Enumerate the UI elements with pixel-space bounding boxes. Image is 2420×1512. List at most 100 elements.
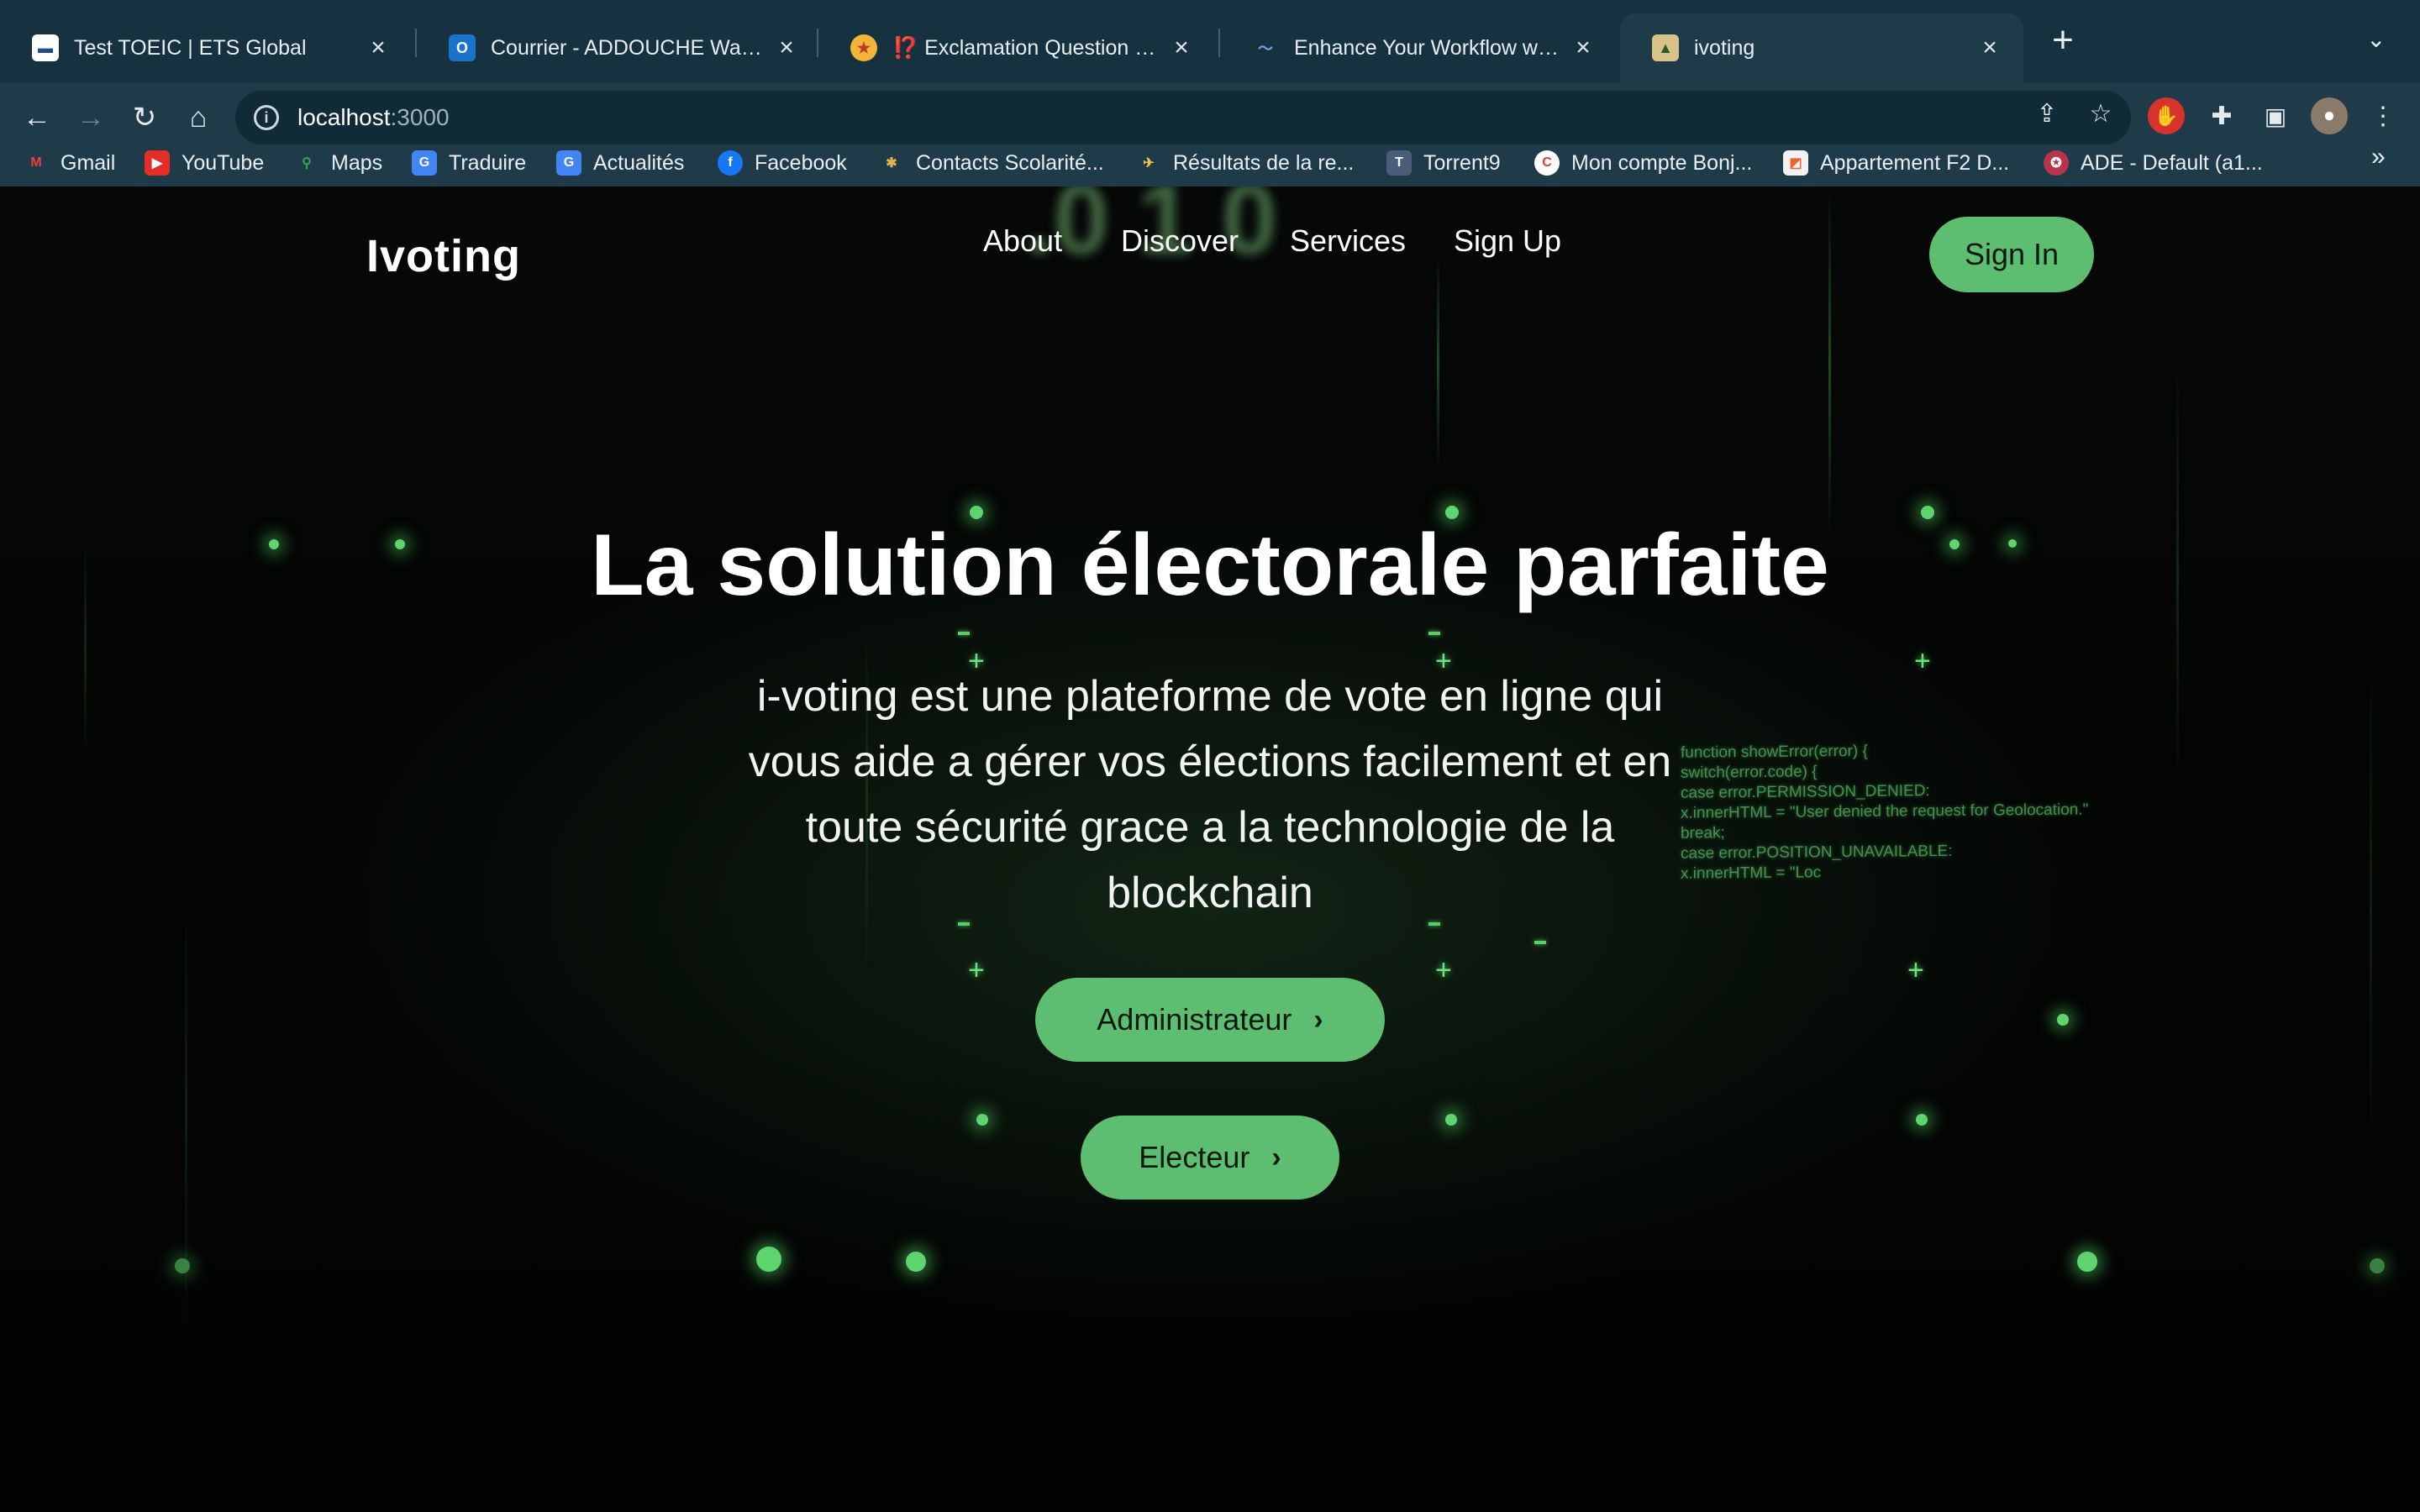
sign-in-button[interactable]: Sign In [1929,217,2094,292]
address-port: :3000 [390,104,450,130]
site-logo[interactable]: Ivoting [366,230,521,282]
facebook-icon: f [718,150,743,176]
bookmark-resultats[interactable]: ✈ Résultats de la re... [1136,144,1354,181]
plus-mark: + [968,954,985,986]
extensions-puzzle-icon[interactable]: ✚ [2203,97,2240,134]
maps-pin-icon: ⚲ [302,156,312,171]
c-logo-icon: C [1534,150,1560,176]
tab-toeic[interactable]: ▬ Test TOEIC | ETS Global × [0,13,412,82]
new-tab-plus-icon[interactable]: + [2044,22,2082,60]
close-tab-icon[interactable]: × [365,34,392,62]
bookmark-label: Appartement F2 D... [1820,150,2010,175]
bookmark-appartement[interactable]: ◩ Appartement F2 D... [1783,144,2009,181]
nav-services[interactable]: Services [1290,223,1406,259]
youtube-icon: ▶ [145,150,170,176]
bookmark-traduire[interactable]: G Traduire [412,144,526,181]
code-line: x.innerHTML = "Loc [1681,864,1822,883]
adblock-hand-icon[interactable]: ✋ [2148,97,2185,134]
reload-icon[interactable]: ↻ [124,97,165,138]
reading-list-icon[interactable]: ▣ [2257,97,2294,134]
bookmark-ade[interactable]: ✪ ADE - Default (a1... [2044,144,2263,181]
tab-strip: ▬ Test TOEIC | ETS Global × O Courrier -… [0,0,2420,82]
administrateur-button[interactable]: Administrateur › [1035,978,1385,1062]
glow-dot [756,1247,781,1272]
address-bar[interactable]: i localhost :3000 [235,91,2131,144]
back-arrow-icon[interactable]: ← [17,97,57,138]
tab-workflow[interactable]: 〜 Enhance Your Workflow with C × [1220,13,1617,82]
bookmark-label: Gmail [60,150,116,175]
code-rain-line [1828,186,1831,539]
bookmark-gmail[interactable]: M Gmail [24,144,115,181]
asterisk-icon: ✱ [886,156,897,171]
tab-title: Courrier - ADDOUCHE Walid - Outlook [491,35,765,60]
bookmark-star-icon[interactable]: ☆ [2084,97,2118,131]
tab-emoji[interactable]: ★ ⁉️ Exclamation Question Mark × [818,13,1215,82]
torrent9-icon: T [1386,150,1412,176]
plane-icon: ✈ [1143,156,1155,171]
tab-title: ivoting [1694,35,1755,60]
tab-outlook[interactable]: O Courrier - ADDOUCHE Walid - Outlook × [417,13,820,82]
tab-ivoting[interactable]: ▲ ivoting × [1620,13,2023,82]
tab-search-chevron-icon[interactable]: ⌄ [2366,25,2386,53]
bookmark-label: Maps [331,150,383,175]
close-tab-icon[interactable]: × [1570,34,1597,62]
site-info-icon[interactable]: i [254,105,279,130]
ivoting-favicon-icon: ▲ [1652,34,1679,61]
bookmark-label: Contacts Scolarité... [916,150,1104,175]
bookmark-label: Résultats de la re... [1173,150,1355,175]
tab-title: Enhance Your Workflow with C [1294,35,1561,60]
ade-icon: ✪ [2044,150,2069,176]
nav-about[interactable]: About [983,223,1062,259]
tab-title: Test TOEIC | ETS Global [74,35,307,60]
browser-chrome: ▬ Test TOEIC | ETS Global × O Courrier -… [0,0,2420,186]
glow-dot [906,1252,926,1272]
plus-mark: + [1907,954,1924,986]
plus-mark: + [1914,645,1931,677]
bookmark-facebook[interactable]: f Facebook [718,144,847,181]
bookmark-label: Traduire [449,150,527,175]
appartement-icon: ◩ [1783,150,1808,176]
glow-dot [2077,1252,2097,1272]
chevron-right-icon: › [1313,1003,1323,1036]
bookmark-maps[interactable]: ⚲ Maps [294,144,382,181]
browser-toolbar: ← → ↻ ⌂ i localhost :3000 ⇪ ☆ ✋ ✚ ▣ ● ⋮ [0,82,2420,153]
hero-subtitle: i-voting est une plateforme de vote en l… [748,672,1672,917]
electeur-button[interactable]: Electeur › [1081,1116,1339,1200]
button-label: Administrateur [1097,1002,1292,1037]
star-eyes-emoji-icon: ★ [850,34,877,61]
code-rain-line [2370,657,2372,1161]
dash-mark [958,632,970,635]
glow-dot [2370,1258,2385,1273]
button-label: Electeur [1139,1140,1250,1174]
glow-dot [2057,1014,2069,1026]
bookmark-youtube[interactable]: ▶ YouTube [145,144,264,181]
close-tab-icon[interactable]: × [773,34,800,62]
landing-page: .0 1 0 + + + + + + function showError(er… [0,186,2420,1512]
code-rain-line [1437,254,1439,472]
close-tab-icon[interactable]: × [1168,34,1195,62]
bookmark-label: Mon compte Bonj... [1571,150,1753,175]
dash-mark [1534,941,1546,944]
more-menu-icon[interactable]: ⋮ [2365,97,2402,134]
dash-mark [1428,632,1440,635]
glow-dot [175,1258,190,1273]
home-icon[interactable]: ⌂ [178,97,218,138]
bookmark-label: Torrent9 [1423,150,1501,175]
share-icon[interactable]: ⇪ [2030,97,2064,131]
translate-icon: G [412,150,437,176]
nav-sign-up[interactable]: Sign Up [1454,223,1561,259]
bookmark-bonjour[interactable]: C Mon compte Bonj... [1534,144,1752,181]
hero-title: La solution électorale parfaite [591,517,1829,614]
address-host: localhost [297,104,391,130]
close-tab-icon[interactable]: × [1976,34,2003,62]
glow-dot [1445,1114,1457,1126]
nav-discover[interactable]: Discover [1121,223,1239,259]
bookmark-actualites[interactable]: G Actualités [556,144,684,181]
forward-arrow-icon[interactable]: → [71,97,111,138]
bookmark-contacts[interactable]: ✱ Contacts Scolarité... [879,144,1104,181]
bookmark-torrent9[interactable]: T Torrent9 [1386,144,1501,181]
bookmarks-overflow-icon[interactable]: » [2371,143,2386,171]
background-code-snippet: function showError(error) { switch(error… [1681,738,2202,884]
profile-avatar[interactable]: ● [2311,97,2348,134]
wave-logo-icon: 〜 [1258,40,1273,57]
